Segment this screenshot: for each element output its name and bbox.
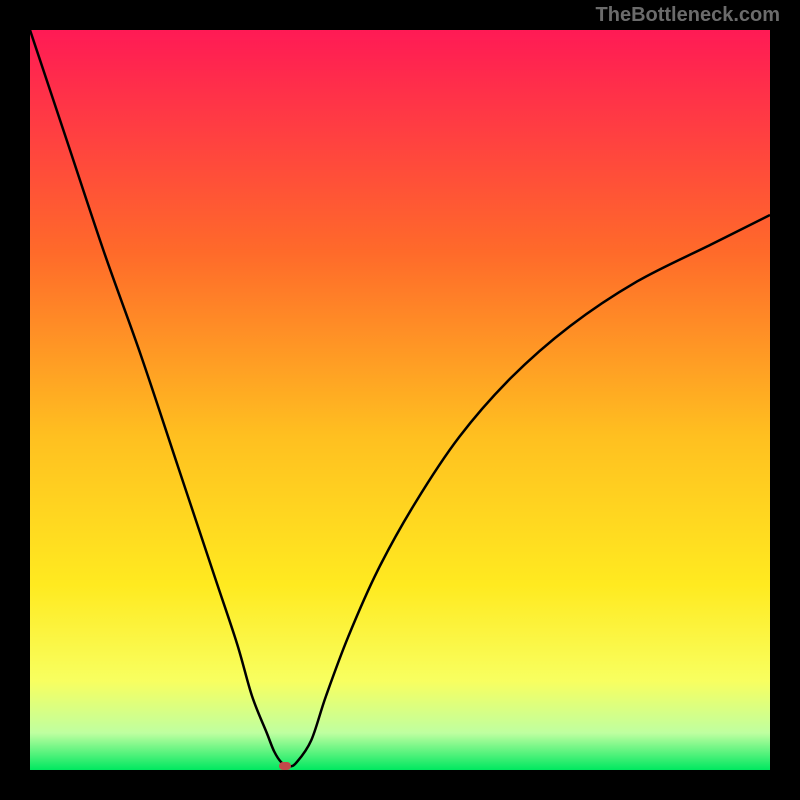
watermark-text: TheBottleneck.com — [596, 4, 780, 27]
chart-plot-area — [30, 30, 770, 770]
chart-svg — [30, 30, 770, 770]
chart-background — [30, 30, 770, 770]
optimal-point-marker — [279, 762, 291, 770]
